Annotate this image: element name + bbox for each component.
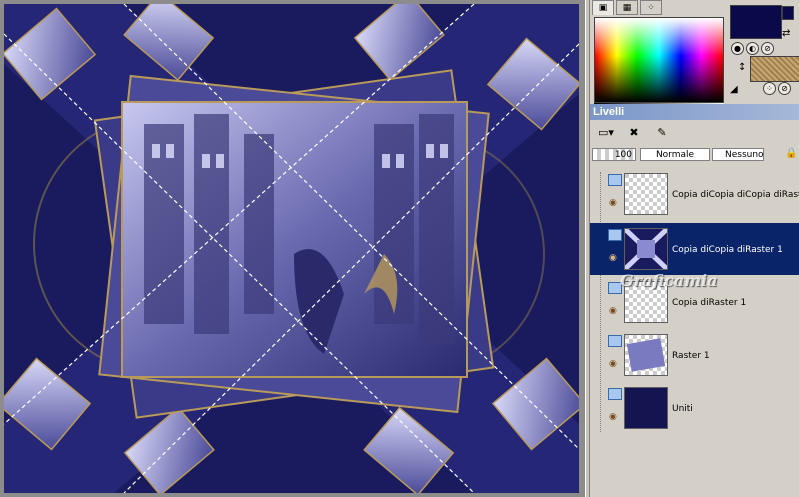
color-mode-icon[interactable]: ● — [731, 42, 744, 55]
swap-arrows-icon[interactable]: ↕ — [738, 62, 746, 73]
materials-tabs: ▣ ▦ ⁘ — [592, 0, 662, 16]
swap-colors-icon[interactable]: ⇄ — [782, 28, 790, 39]
layer-properties-icon[interactable]: ✎ — [650, 122, 674, 142]
layers-toolbar: ▭▾ ✖ ✎ — [590, 120, 799, 144]
mask-select[interactable]: Nessuno — [712, 148, 764, 161]
layers-panel-title: Livelli — [590, 104, 799, 120]
palette-icon[interactable]: ▣ — [592, 0, 614, 15]
mask-label: Nessuno — [725, 150, 764, 160]
image-canvas-area[interactable] — [0, 0, 585, 497]
artwork-image — [4, 4, 579, 493]
gradient-mode-icon[interactable]: ◐ — [746, 42, 759, 55]
raster-layer-icon — [608, 229, 622, 241]
layer-thumbnail — [624, 387, 668, 429]
texture-none-icon[interactable]: ⊘ — [778, 82, 791, 95]
layer-row[interactable]: ◉ Uniti — [590, 382, 799, 434]
recent-color-swatch[interactable] — [782, 6, 794, 20]
thumbnail-image — [626, 338, 666, 372]
background-pattern-swatch[interactable] — [750, 56, 799, 82]
visibility-eye-icon[interactable]: ◉ — [609, 306, 617, 316]
opacity-field[interactable]: 100 — [592, 148, 636, 161]
color-palette[interactable] — [594, 17, 724, 103]
visibility-eye-icon[interactable]: ◉ — [609, 359, 617, 369]
visibility-eye-icon[interactable]: ◉ — [609, 198, 617, 208]
lock-icon[interactable]: 🔒 — [785, 148, 797, 159]
none-mode-icon[interactable]: ⊘ — [761, 42, 774, 55]
layer-row-selected[interactable]: ◉ Copia diCopia diRaster 1 — [590, 223, 799, 275]
raster-layer-icon — [608, 388, 622, 400]
layer-row[interactable]: ◉ Raster 1 — [590, 329, 799, 381]
layer-name: Copia diCopia diRaster 1 — [672, 245, 783, 255]
fill-style-icon[interactable]: ◢ — [730, 84, 738, 95]
layer-thumbnail — [624, 334, 668, 376]
rainbow-icon[interactable]: ▦ — [616, 0, 638, 15]
foreground-color-swatch[interactable] — [730, 5, 782, 39]
layer-name: Copia diRaster 1 — [672, 298, 747, 308]
layer-thumbnail — [624, 173, 668, 215]
thumbnail-image — [623, 227, 669, 271]
layer-name: Raster 1 — [672, 351, 710, 361]
new-layer-icon[interactable]: ▭▾ — [594, 122, 618, 142]
raster-layer-icon — [608, 174, 622, 186]
visibility-eye-icon[interactable]: ◉ — [609, 412, 617, 422]
raster-layer-icon — [608, 335, 622, 347]
layer-options-bar: 100 Normale Nessuno 🔒 — [590, 146, 799, 164]
watermark-text: Graficamia — [620, 271, 718, 290]
layer-name: Uniti — [672, 404, 693, 414]
layer-row[interactable]: ◉ Copia diCopia diCopia diRaster 1 — [590, 168, 799, 220]
layer-name: Copia diCopia diCopia diRaster 1 — [672, 190, 799, 200]
blend-mode-select[interactable]: Normale — [640, 148, 710, 161]
image-canvas[interactable] — [4, 4, 579, 493]
layer-thumbnail — [623, 227, 669, 271]
swatches-icon[interactable]: ⁘ — [640, 0, 662, 15]
texture-icon[interactable]: ⁘ — [763, 82, 776, 95]
delete-layer-icon[interactable]: ✖ — [622, 122, 646, 142]
visibility-eye-icon[interactable]: ◉ — [609, 253, 617, 263]
layer-list: ◉ Copia diCopia diCopia diRaster 1 ◉ Cop… — [590, 166, 799, 497]
